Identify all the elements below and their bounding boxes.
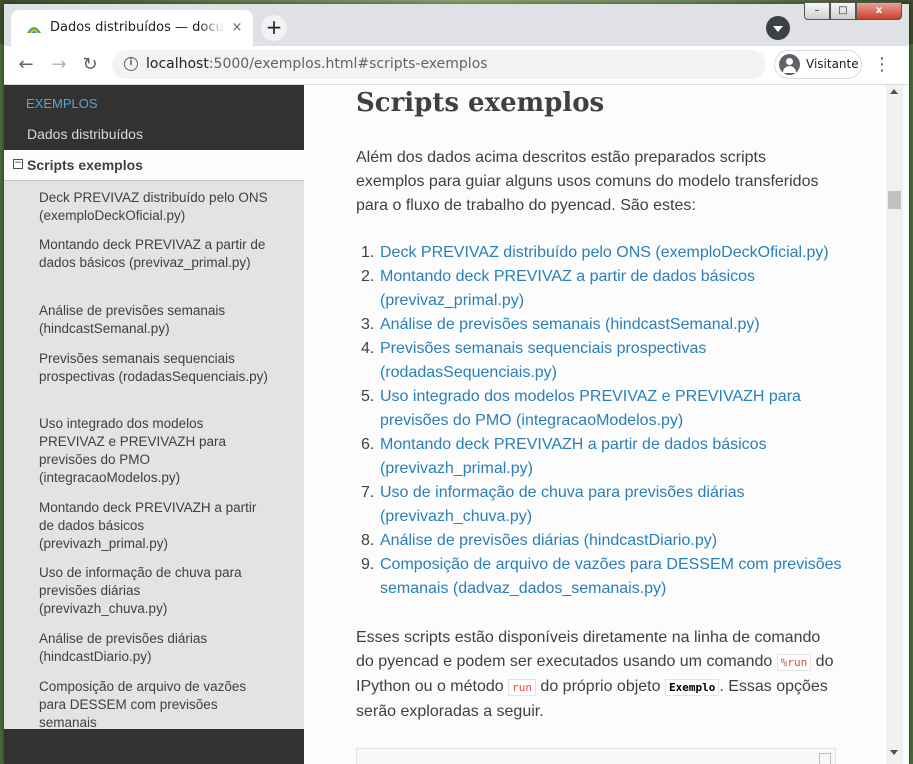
script-link[interactable]: Composição de arquivo de vazões para DES… [380,556,842,597]
sidebar-item-dados-distribuidos[interactable]: Dados distribuídos [4,118,304,150]
list-number: 8. [361,532,375,549]
scroll-up-icon[interactable] [890,89,898,94]
browser-window: Dados distribuídos — documentação × + – … [4,2,909,764]
outro-paragraph: Esses scripts estão disponíveis diretame… [356,626,836,724]
forward-icon[interactable]: → [47,53,71,77]
sidebar-item-scripts-exemplos[interactable]: − Scripts exemplos [4,150,304,181]
script-link[interactable]: Análise de previsões semanais (hindcastS… [380,316,760,333]
outro-text: do próprio objeto [535,678,665,695]
page-title: Scripts exemplos [356,88,605,118]
site-info-icon[interactable]: i [124,57,138,71]
outro-text: Esses scripts estão disponíveis diretame… [356,629,821,670]
script-link[interactable]: Montando deck PREVIVAZ a partir de dados… [380,268,755,309]
copy-icon[interactable] [819,753,831,764]
sidebar-item-label: Dados distribuídos [27,126,143,142]
list-item: 4. Previsões semanais sequenciais prospec… [356,337,846,385]
main-content: Scripts exemplos Além dos dados acima de… [304,85,886,764]
intro-paragraph: Além dos dados acima descritos estão pre… [356,149,819,214]
list-number: 9. [361,556,375,573]
favicon-icon [27,27,41,33]
tab-active[interactable]: Dados distribuídos — documentação × [11,10,253,46]
script-link[interactable]: Previsões semanais sequenciais prospecti… [380,340,706,381]
sidebar-caption: EXEMPLOS [26,96,98,111]
script-link[interactable]: Análise de previsões diárias (hindcastDi… [380,532,717,549]
sidebar-item-label: Scripts exemplos [27,157,143,173]
list-number: 4. [361,340,375,357]
code-block [356,748,836,764]
sidebar-subitem[interactable]: Uso de informação de chuva para previsõe… [39,564,269,618]
inline-code-run: run [508,679,536,696]
scripts-list: 1. Deck PREVIVAZ distribuído pelo ONS (ex… [356,241,846,601]
list-number: 2. [361,268,375,285]
tab-strip: Dados distribuídos — documentação × + – … [4,2,909,46]
script-link[interactable]: Montando deck PREVIVAZH a partir de dado… [380,436,767,477]
tab-close-icon[interactable]: × [229,20,245,36]
scroll-thumb[interactable] [888,191,901,209]
list-number: 1. [361,244,375,261]
tab-title: Dados distribuídos — documentação [50,20,225,35]
list-item: 1. Deck PREVIVAZ distribuído pelo ONS (ex… [356,241,846,265]
sidebar-subitems: Deck PREVIVAZ distribuído pelo ONS (exem… [4,181,304,732]
list-item: 8. Análise de previsões diárias (hindcast… [356,529,846,553]
sidebar-subitem[interactable]: Deck PREVIVAZ distribuído pelo ONS (exem… [39,189,269,225]
list-item: 5. Uso integrado dos modelos PREVIVAZ e P… [356,385,846,433]
sidebar-subitem[interactable]: Uso integrado dos modelos PREVIVAZ e PRE… [39,415,269,487]
address-bar[interactable]: i localhost:5000/exemplos.html#scripts-e… [112,50,766,79]
url-path: :5000/exemplos.html#scripts-exemplos [208,56,488,72]
list-number: 3. [361,316,375,333]
close-window-button[interactable]: x [856,2,902,20]
list-item: 6. Montando deck PREVIVAZH a partir de da… [356,433,846,481]
back-icon[interactable]: ← [14,53,38,77]
list-number: 6. [361,436,375,453]
tab-search-icon[interactable] [766,16,790,40]
sidebar-footer [4,729,304,764]
collapse-icon[interactable]: − [13,159,23,169]
page-scrollbar[interactable] [886,85,903,764]
menu-icon[interactable]: ⋮ [872,53,892,77]
profile-button[interactable]: Visitante [774,50,862,79]
minimize-button[interactable]: – [804,2,830,20]
new-tab-button[interactable]: + [261,15,287,41]
inline-code-run-magic: %run [776,654,812,671]
list-item: 7. Uso de informação de chuva para previs… [356,481,846,529]
maximize-button[interactable]: □ [830,2,856,20]
sidebar-subitem[interactable]: Análise de previsões semanais (hindcastS… [39,302,269,338]
list-item: 3. Análise de previsões semanais (hindcas… [356,313,846,337]
reload-icon[interactable]: ↻ [78,53,102,77]
browser-toolbar: ← → ↻ i localhost:5000/exemplos.html#scr… [4,46,909,85]
list-number: 7. [361,484,375,501]
avatar-icon [779,54,800,75]
list-item: 2. Montando deck PREVIVAZ a partir de dad… [356,265,846,313]
url-text[interactable]: localhost:5000/exemplos.html#scripts-exe… [146,56,488,72]
sidebar-subitem[interactable]: Montando deck PREVIVAZH a partir de dado… [39,499,269,553]
scroll-down-icon[interactable] [890,750,898,755]
sidebar-subitem[interactable]: Composição de arquivo de vazões para DES… [39,678,269,732]
sidebar: EXEMPLOS Dados distribuídos − Scripts ex… [4,85,304,764]
sidebar-subitem[interactable]: Análise de previsões diárias (hindcastDi… [39,630,269,666]
sidebar-subitem[interactable]: Montando deck PREVIVAZ a partir de dados… [39,236,269,272]
profile-label: Visitante [806,57,859,71]
sidebar-subitem[interactable]: Previsões semanais sequenciais prospecti… [39,350,269,386]
script-link[interactable]: Uso integrado dos modelos PREVIVAZ e PRE… [380,388,801,429]
inline-code-exemplo: Exemplo [664,679,720,696]
script-link[interactable]: Deck PREVIVAZ distribuído pelo ONS (exem… [380,244,829,261]
url-host: localhost [146,56,209,72]
list-item: 9. Composição de arquivo de vazões para D… [356,553,846,601]
script-link[interactable]: Uso de informação de chuva para previsõe… [380,484,745,525]
page-content: EXEMPLOS Dados distribuídos − Scripts ex… [4,85,909,764]
list-number: 5. [361,388,375,405]
